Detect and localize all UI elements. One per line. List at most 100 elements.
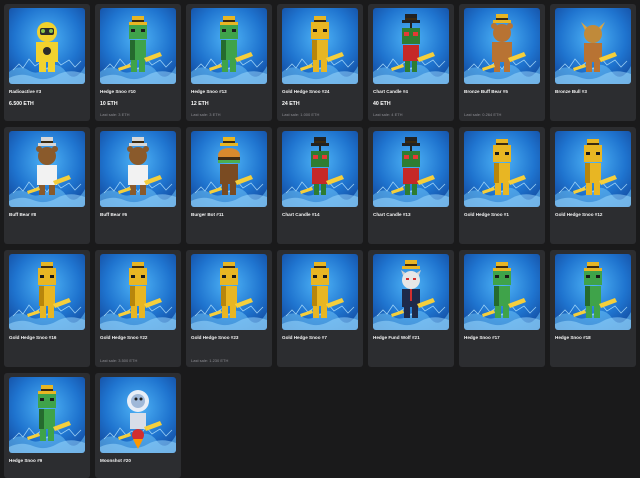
nft-card[interactable]: Bronze Buff Bear #5 Last sale: 0.264 ETH bbox=[459, 4, 545, 121]
nft-name[interactable]: Buff Bear #8 bbox=[9, 212, 89, 217]
nft-name[interactable]: Bronze Bull #3 bbox=[555, 89, 635, 94]
gold-snoo-icon bbox=[118, 262, 162, 318]
nft-name[interactable]: Hedge Snoo #9 bbox=[9, 458, 89, 463]
nft-image[interactable] bbox=[9, 8, 85, 84]
gold-snoo-icon bbox=[300, 16, 344, 72]
bronze-bear-icon bbox=[482, 14, 526, 72]
nft-name[interactable]: Gold Hedge Snoo #22 bbox=[100, 335, 180, 340]
nft-image[interactable] bbox=[282, 254, 358, 330]
gold-snoo-icon bbox=[300, 262, 344, 318]
nft-card[interactable]: Moonshot #20 bbox=[95, 373, 181, 478]
nft-last-sale: Last sale: 4 ETH bbox=[373, 112, 403, 117]
nft-name[interactable]: Hedge Snoo #18 bbox=[555, 335, 635, 340]
nft-last-sale: Last sale: 3.500 ETH bbox=[100, 358, 138, 363]
nft-image[interactable] bbox=[555, 131, 631, 207]
nft-name[interactable]: Gold Hedge Snoo #23 bbox=[191, 335, 271, 340]
nft-name[interactable]: Hedge Snoo #17 bbox=[464, 335, 544, 340]
nft-card[interactable]: Radioactive #3 6.500 ETH bbox=[4, 4, 90, 121]
nft-name[interactable]: Buff Bear #6 bbox=[100, 212, 180, 217]
nft-name[interactable]: Chart Candle #14 bbox=[282, 212, 362, 217]
nft-image[interactable] bbox=[282, 8, 358, 84]
green-snoo-icon bbox=[118, 16, 162, 72]
buff-bear-icon bbox=[27, 137, 71, 195]
nft-card[interactable]: Hedge Snoo #10 10 ETH Last sale: 3 ETH bbox=[95, 4, 181, 121]
nft-card[interactable]: Hedge Snoo #9 bbox=[4, 373, 90, 478]
nft-last-sale: Last sale: 1.230 ETH bbox=[191, 358, 229, 363]
gold-snoo-icon bbox=[573, 139, 617, 195]
nft-image[interactable] bbox=[100, 131, 176, 207]
nft-image[interactable] bbox=[100, 8, 176, 84]
nft-price: 24 ETH bbox=[282, 101, 300, 107]
nft-name[interactable]: Hedge Snoo #13 bbox=[191, 89, 271, 94]
nft-name[interactable]: Hedge Fund Wolf #21 bbox=[373, 335, 453, 340]
nft-card[interactable]: Hedge Snoo #17 bbox=[459, 250, 545, 367]
nft-image[interactable] bbox=[555, 254, 631, 330]
nft-last-sale: Last sale: 0.264 ETH bbox=[464, 112, 502, 117]
chart-candle-icon bbox=[300, 137, 344, 195]
nft-name[interactable]: Chart Candle #4 bbox=[373, 89, 453, 94]
nft-grid: Radioactive #3 6.500 ETH Hedge Snoo #10 10 … bbox=[0, 0, 640, 478]
nft-card[interactable]: Gold Hedge Snoo #1 bbox=[459, 127, 545, 244]
nft-image[interactable] bbox=[9, 131, 85, 207]
bronze-bull-icon bbox=[573, 22, 617, 72]
hedge-fund-wolf-icon bbox=[391, 260, 435, 318]
nft-card[interactable]: Gold Hedge Snoo #12 bbox=[550, 127, 636, 244]
nft-card[interactable]: Hedge Snoo #18 bbox=[550, 250, 636, 367]
nft-image[interactable] bbox=[555, 8, 631, 84]
gold-snoo-icon bbox=[482, 139, 526, 195]
nft-last-sale: Last sale: 1.000 ETH bbox=[282, 112, 320, 117]
nft-image[interactable] bbox=[100, 254, 176, 330]
nft-card[interactable]: Chart Candle #4 40 ETH Last sale: 4 ETH bbox=[368, 4, 454, 121]
nft-card[interactable]: Bronze Bull #3 bbox=[550, 4, 636, 121]
nft-image[interactable] bbox=[9, 254, 85, 330]
nft-image[interactable] bbox=[191, 8, 267, 84]
nft-name[interactable]: Chart Candle #13 bbox=[373, 212, 453, 217]
nft-price: 10 ETH bbox=[100, 101, 118, 107]
nft-image[interactable] bbox=[282, 131, 358, 207]
nft-card[interactable]: Chart Candle #14 bbox=[277, 127, 363, 244]
nft-name[interactable]: Gold Hedge Snoo #1 bbox=[464, 212, 544, 217]
green-snoo-icon bbox=[573, 262, 617, 318]
chart-candle-icon bbox=[391, 137, 435, 195]
nft-name[interactable]: Hedge Snoo #10 bbox=[100, 89, 180, 94]
nft-name[interactable]: Gold Hedge Snoo #16 bbox=[9, 335, 89, 340]
nft-card[interactable]: Buff Bear #8 bbox=[4, 127, 90, 244]
nft-image[interactable] bbox=[464, 8, 540, 84]
nft-price: 6.500 ETH bbox=[9, 101, 34, 107]
gold-snoo-icon bbox=[27, 262, 71, 318]
nft-last-sale: Last sale: 3 ETH bbox=[100, 112, 130, 117]
nft-card[interactable]: Gold Hedge Snoo #23 Last sale: 1.230 ETH bbox=[186, 250, 272, 367]
nft-name[interactable]: Gold Hedge Snoo #7 bbox=[282, 335, 362, 340]
nft-card[interactable]: Gold Hedge Snoo #24 24 ETH Last sale: 1.00… bbox=[277, 4, 363, 121]
nft-name[interactable]: Gold Hedge Snoo #12 bbox=[555, 212, 635, 217]
nft-card[interactable]: Burger Bot #11 bbox=[186, 127, 272, 244]
nft-image[interactable] bbox=[373, 131, 449, 207]
nft-card[interactable]: Gold Hedge Snoo #7 bbox=[277, 250, 363, 367]
nft-image[interactable] bbox=[9, 377, 85, 453]
green-snoo-icon bbox=[482, 262, 526, 318]
buff-bear-icon bbox=[118, 137, 162, 195]
nft-name[interactable]: Burger Bot #11 bbox=[191, 212, 271, 217]
nft-card[interactable]: Chart Candle #13 bbox=[368, 127, 454, 244]
chart-candle-icon bbox=[391, 14, 435, 72]
gold-snoo-icon bbox=[209, 262, 253, 318]
nft-image[interactable] bbox=[100, 377, 176, 453]
nft-card[interactable]: Gold Hedge Snoo #16 bbox=[4, 250, 90, 367]
nft-image[interactable] bbox=[464, 254, 540, 330]
nft-card[interactable]: Hedge Snoo #13 12 ETH Last sale: 3 ETH bbox=[186, 4, 272, 121]
nft-card[interactable]: Hedge Fund Wolf #21 bbox=[368, 250, 454, 367]
nft-image[interactable] bbox=[373, 254, 449, 330]
nft-name[interactable]: Radioactive #3 bbox=[9, 89, 89, 94]
nft-card[interactable]: Gold Hedge Snoo #22 Last sale: 3.500 ETH bbox=[95, 250, 181, 367]
nft-image[interactable] bbox=[464, 131, 540, 207]
nft-name[interactable]: Bronze Buff Bear #5 bbox=[464, 89, 544, 94]
green-snoo-icon bbox=[209, 16, 253, 72]
nft-name[interactable]: Moonshot #20 bbox=[100, 458, 180, 463]
moonshot-character-icon bbox=[118, 390, 162, 449]
radioactive-character-icon bbox=[36, 22, 58, 72]
nft-image[interactable] bbox=[191, 254, 267, 330]
nft-image[interactable] bbox=[373, 8, 449, 84]
nft-image[interactable] bbox=[191, 131, 267, 207]
nft-card[interactable]: Buff Bear #6 bbox=[95, 127, 181, 244]
nft-name[interactable]: Gold Hedge Snoo #24 bbox=[282, 89, 362, 94]
